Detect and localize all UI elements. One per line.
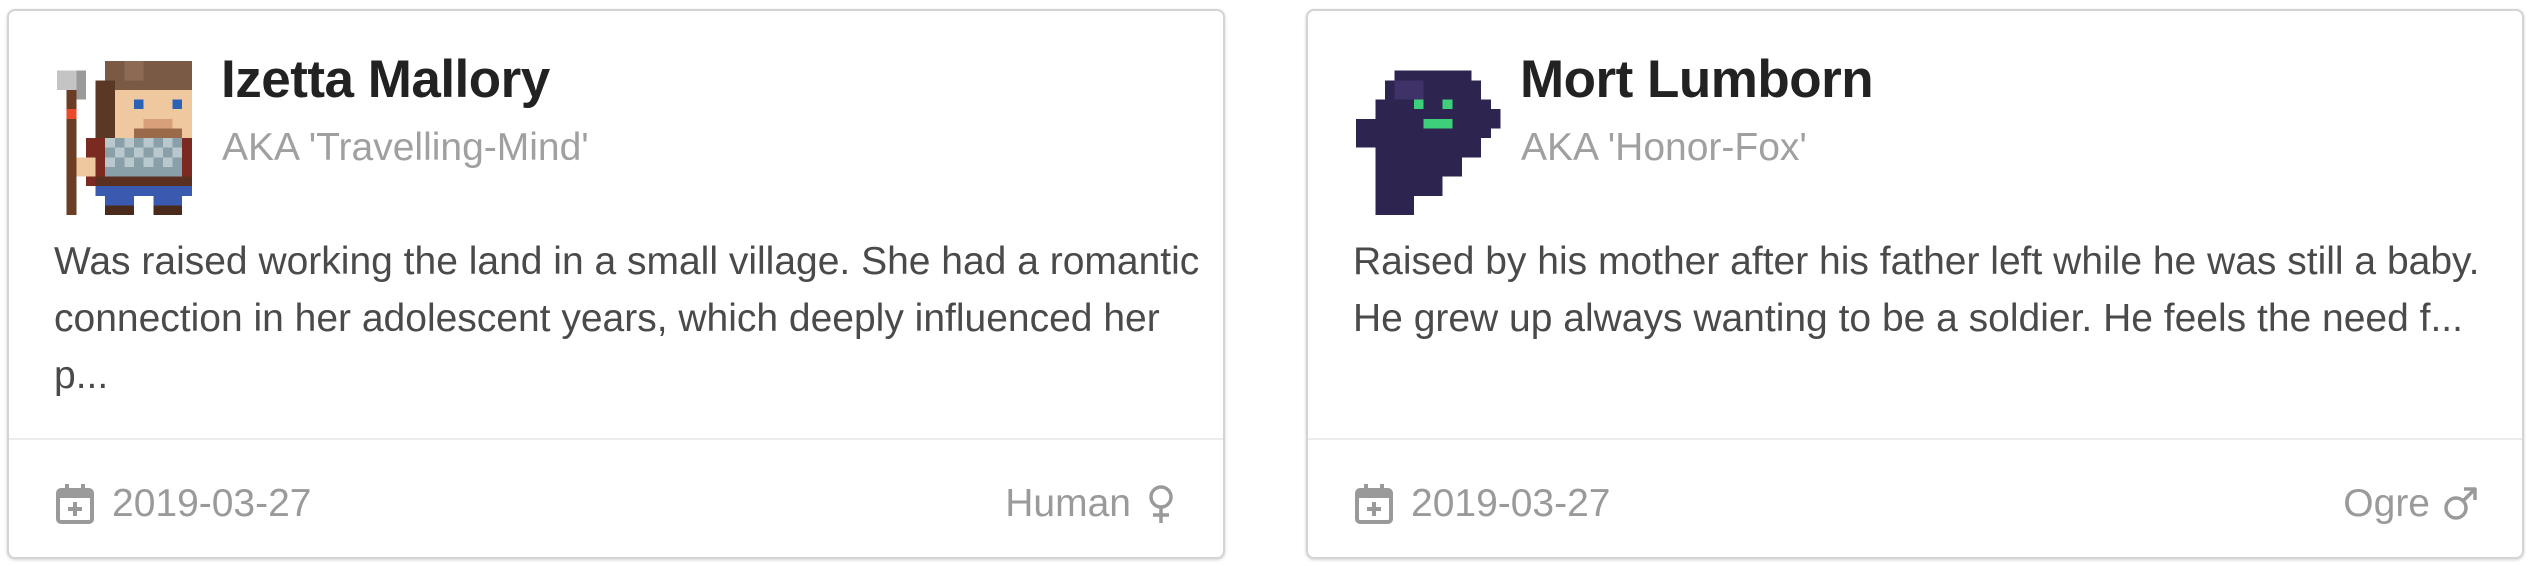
pixel-ghost-avatar-icon [1356,61,1510,215]
created-date: 2019-03-27 [55,482,312,526]
character-card[interactable]: Mort Lumborn AKA 'Honor-Fox' Raised by h… [1306,9,2524,559]
character-alias: AKA 'Honor-Fox' [1521,126,1807,169]
created-date-text: 2019-03-27 [1411,482,1611,525]
created-date: 2019-03-27 [1354,482,1611,526]
card-content: Mort Lumborn AKA 'Honor-Fox' Raised by h… [1308,11,2522,438]
pixel-villager-avatar-icon [57,61,211,215]
female-symbol-icon [1149,485,1173,523]
character-description: Was raised working the land in a small v… [54,240,1200,397]
character-name[interactable]: Izetta Mallory [221,49,550,110]
calendar-plus-icon [1355,484,1393,524]
character-alias: AKA 'Travelling-Mind' [222,126,589,169]
race-label: Human [1005,482,1179,526]
race-label: Ogre [2343,482,2478,526]
card-footer: 2019-03-27 Human [9,440,1223,557]
character-name[interactable]: Mort Lumborn [1520,49,1874,110]
race-text: Ogre [2343,482,2430,525]
character-card-list: Izetta Mallory AKA 'Travelling-Mind' Was… [0,0,2537,566]
character-description: Raised by his mother after his father le… [1353,240,2480,340]
card-footer: 2019-03-27 Ogre [1308,440,2522,557]
calendar-plus-icon [56,484,94,524]
card-content: Izetta Mallory AKA 'Travelling-Mind' Was… [9,11,1223,438]
race-text: Human [1005,482,1131,525]
character-card[interactable]: Izetta Mallory AKA 'Travelling-Mind' Was… [7,9,1225,559]
male-symbol-icon [2444,487,2477,520]
created-date-text: 2019-03-27 [112,482,312,525]
